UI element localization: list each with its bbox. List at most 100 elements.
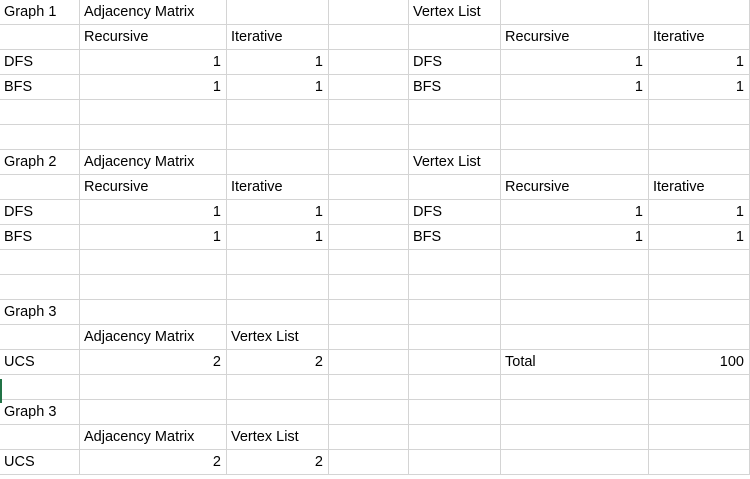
cell-b13[interactable]: [80, 300, 227, 325]
cell-g19[interactable]: [649, 450, 750, 475]
cell-e19[interactable]: [409, 450, 501, 475]
cell-a4[interactable]: BFS: [0, 75, 80, 100]
cell-f5[interactable]: [501, 100, 649, 125]
cell-f14[interactable]: [501, 325, 649, 350]
cell-e16[interactable]: [409, 375, 501, 400]
cell-g5[interactable]: [649, 100, 750, 125]
cell-g13[interactable]: [649, 300, 750, 325]
cell-a12[interactable]: [0, 275, 80, 300]
cell-a10[interactable]: BFS: [0, 225, 80, 250]
cell-e13[interactable]: [409, 300, 501, 325]
cell-a3[interactable]: DFS: [0, 50, 80, 75]
cell-c5[interactable]: [227, 100, 329, 125]
cell-a7[interactable]: Graph 2: [0, 150, 80, 175]
cell-g16[interactable]: [649, 375, 750, 400]
cell-a5[interactable]: [0, 100, 80, 125]
cell-f11[interactable]: [501, 250, 649, 275]
cell-a15[interactable]: UCS: [0, 350, 80, 375]
cell-b4[interactable]: 1: [80, 75, 227, 100]
cell-c2[interactable]: Iterative: [227, 25, 329, 50]
cell-b6[interactable]: [80, 125, 227, 150]
cell-b7[interactable]: Adjacency Matrix: [80, 150, 227, 175]
cell-a17[interactable]: Graph 3: [0, 400, 80, 425]
cell-d2[interactable]: [329, 25, 409, 50]
cell-b8[interactable]: Recursive: [80, 175, 227, 200]
cell-g18[interactable]: [649, 425, 750, 450]
cell-d1[interactable]: [329, 0, 409, 25]
cell-d13[interactable]: [329, 300, 409, 325]
cell-b19[interactable]: 2: [80, 450, 227, 475]
cell-f3[interactable]: 1: [501, 50, 649, 75]
cell-e11[interactable]: [409, 250, 501, 275]
cell-c9[interactable]: 1: [227, 200, 329, 225]
cell-e4[interactable]: BFS: [409, 75, 501, 100]
cell-c1[interactable]: [227, 0, 329, 25]
cell-b17[interactable]: [80, 400, 227, 425]
cell-f8[interactable]: Recursive: [501, 175, 649, 200]
cell-f15[interactable]: Total: [501, 350, 649, 375]
cell-e8[interactable]: [409, 175, 501, 200]
cell-f7[interactable]: [501, 150, 649, 175]
cell-g6[interactable]: [649, 125, 750, 150]
cell-b18[interactable]: Adjacency Matrix: [80, 425, 227, 450]
cell-a1[interactable]: Graph 1: [0, 0, 80, 25]
cell-c18[interactable]: Vertex List: [227, 425, 329, 450]
cell-f17[interactable]: [501, 400, 649, 425]
cell-c17[interactable]: [227, 400, 329, 425]
cell-e9[interactable]: DFS: [409, 200, 501, 225]
cell-b1[interactable]: Adjacency Matrix: [80, 0, 227, 25]
cell-a14[interactable]: [0, 325, 80, 350]
cell-d17[interactable]: [329, 400, 409, 425]
cell-g2[interactable]: Iterative: [649, 25, 750, 50]
cell-c19[interactable]: 2: [227, 450, 329, 475]
cell-c10[interactable]: 1: [227, 225, 329, 250]
cell-g4[interactable]: 1: [649, 75, 750, 100]
cell-g1[interactable]: [649, 0, 750, 25]
cell-g15[interactable]: 100: [649, 350, 750, 375]
cell-g14[interactable]: [649, 325, 750, 350]
cell-a13[interactable]: Graph 3: [0, 300, 80, 325]
cell-a19[interactable]: UCS: [0, 450, 80, 475]
cell-b3[interactable]: 1: [80, 50, 227, 75]
cell-a18[interactable]: [0, 425, 80, 450]
cell-f13[interactable]: [501, 300, 649, 325]
cell-d7[interactable]: [329, 150, 409, 175]
cell-g8[interactable]: Iterative: [649, 175, 750, 200]
cell-f1[interactable]: [501, 0, 649, 25]
cell-a6[interactable]: [0, 125, 80, 150]
cell-g3[interactable]: 1: [649, 50, 750, 75]
cell-d14[interactable]: [329, 325, 409, 350]
cell-d8[interactable]: [329, 175, 409, 200]
cell-b2[interactable]: Recursive: [80, 25, 227, 50]
cell-e10[interactable]: BFS: [409, 225, 501, 250]
cell-g11[interactable]: [649, 250, 750, 275]
cell-a16[interactable]: [0, 375, 80, 400]
cell-b11[interactable]: [80, 250, 227, 275]
cell-c7[interactable]: [227, 150, 329, 175]
cell-e12[interactable]: [409, 275, 501, 300]
cell-b10[interactable]: 1: [80, 225, 227, 250]
cell-e14[interactable]: [409, 325, 501, 350]
cell-c16[interactable]: [227, 375, 329, 400]
cell-b15[interactable]: 2: [80, 350, 227, 375]
cell-d6[interactable]: [329, 125, 409, 150]
cell-d19[interactable]: [329, 450, 409, 475]
cell-f18[interactable]: [501, 425, 649, 450]
cell-e17[interactable]: [409, 400, 501, 425]
cell-a8[interactable]: [0, 175, 80, 200]
cell-d16[interactable]: [329, 375, 409, 400]
cell-e5[interactable]: [409, 100, 501, 125]
cell-c8[interactable]: Iterative: [227, 175, 329, 200]
cell-f4[interactable]: 1: [501, 75, 649, 100]
cell-c14[interactable]: Vertex List: [227, 325, 329, 350]
cell-f6[interactable]: [501, 125, 649, 150]
cell-d18[interactable]: [329, 425, 409, 450]
cell-e7[interactable]: Vertex List: [409, 150, 501, 175]
cell-f10[interactable]: 1: [501, 225, 649, 250]
cell-g17[interactable]: [649, 400, 750, 425]
cell-d3[interactable]: [329, 50, 409, 75]
cell-f2[interactable]: Recursive: [501, 25, 649, 50]
cell-c15[interactable]: 2: [227, 350, 329, 375]
cell-f12[interactable]: [501, 275, 649, 300]
cell-d5[interactable]: [329, 100, 409, 125]
